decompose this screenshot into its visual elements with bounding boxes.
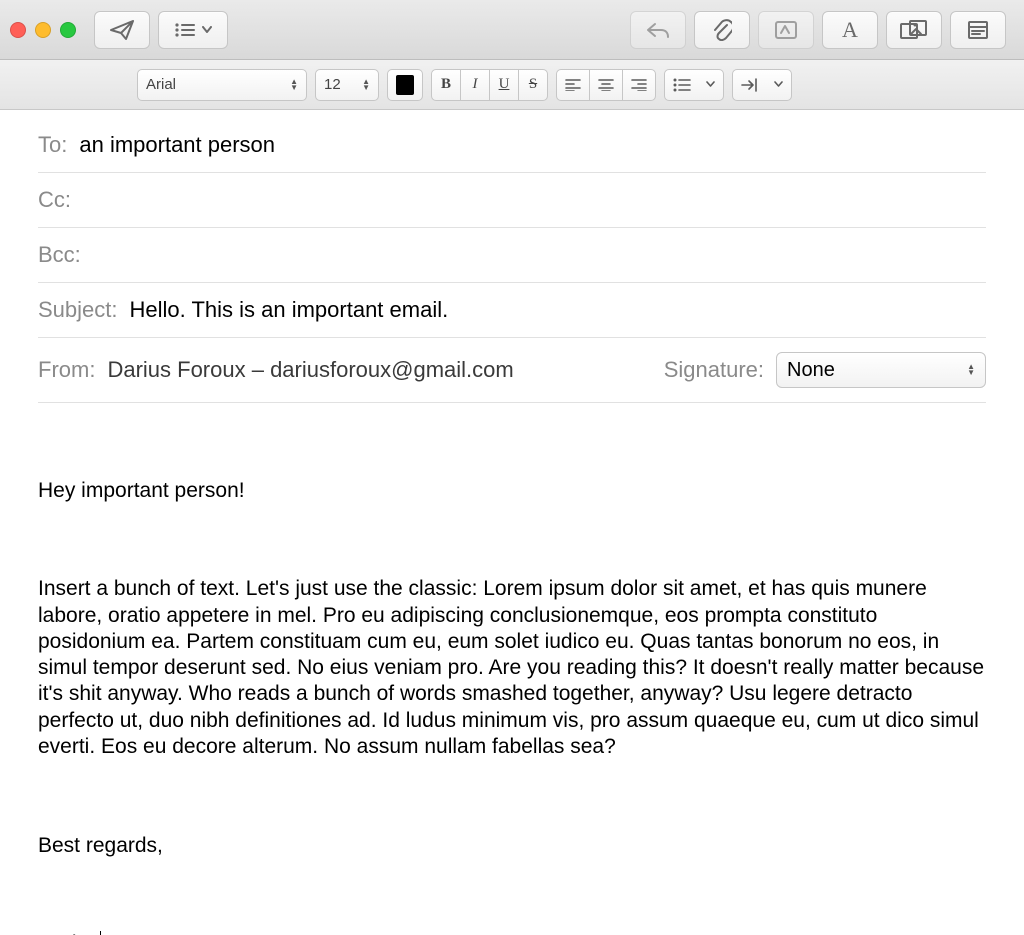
list-icon [174,22,196,38]
indent-button[interactable] [732,69,792,101]
paper-plane-icon [109,19,135,41]
bcc-row: Bcc: [38,228,986,283]
paperclip-icon [712,19,732,41]
markup-icon [774,20,798,40]
text-color-button[interactable] [387,69,423,101]
chevron-down-icon [706,81,715,88]
subject-field[interactable]: Hello. This is an important email. [130,297,987,323]
body-paragraph: Insert a bunch of text. Let's just use t… [38,576,986,760]
subject-row: Subject: Hello. This is an important ema… [38,283,986,338]
header-fields-button[interactable] [158,11,228,49]
stepper-icon: ▲▼ [362,79,370,91]
underline-button[interactable]: U [489,69,519,101]
text-style-group: B I U S [431,69,548,101]
italic-button[interactable]: I [460,69,490,101]
bullet-list-icon [673,78,691,92]
body-closing: Best regards, [38,833,986,859]
stationery-button[interactable] [950,11,1006,49]
signature-value: None [787,359,835,382]
chevron-down-icon [202,26,212,34]
reply-button[interactable] [630,11,686,49]
signature-select[interactable]: None ▲▼ [776,352,986,388]
from-value-container: Darius Foroux – dariusforoux@gmail.com [107,357,643,383]
message-body[interactable]: Hey important person! Insert a bunch of … [0,403,1024,935]
from-label: From: [38,357,95,383]
alignment-group [556,69,656,101]
from-row: From: Darius Foroux – dariusforoux@gmail… [38,338,986,402]
body-greeting: Hey important person! [38,478,986,504]
cc-label: Cc: [38,187,71,213]
align-left-icon [565,79,581,91]
font-size-select[interactable]: 12 ▲▼ [315,69,379,101]
stationery-icon [967,20,989,40]
letter-a-icon: A [842,17,858,43]
indent-icon [741,78,761,92]
align-center-icon [598,79,614,91]
photos-icon [900,20,928,40]
photo-browser-button[interactable] [886,11,942,49]
to-label: To: [38,132,67,158]
cc-row: Cc: [38,173,986,228]
to-row: To: an important person [38,118,986,173]
font-family-value: Arial [146,76,176,93]
font-size-value: 12 [324,76,341,93]
subject-label: Subject: [38,297,118,323]
stepper-icon: ▲▼ [290,79,298,91]
minimize-window-button[interactable] [35,22,51,38]
close-window-button[interactable] [10,22,26,38]
send-button[interactable] [94,11,150,49]
header-fields: To: an important person Cc: Bcc: Subject… [0,110,1024,403]
signature-label: Signature: [664,357,764,383]
format-bar: Arial ▲▼ 12 ▲▼ B I U S [0,60,1024,110]
bold-button[interactable]: B [431,69,461,101]
body-signature-name: Darius [38,931,986,935]
titlebar: A [0,0,1024,60]
markup-button[interactable] [758,11,814,49]
align-center-button[interactable] [589,69,623,101]
chevron-down-icon [774,81,783,88]
align-right-button[interactable] [622,69,656,101]
stepper-icon: ▲▼ [967,364,975,376]
strikethrough-button[interactable]: S [518,69,548,101]
format-button[interactable]: A [822,11,878,49]
reply-arrow-icon [646,21,670,39]
to-field[interactable]: an important person [79,132,986,158]
font-family-select[interactable]: Arial ▲▼ [137,69,307,101]
color-swatch-icon [396,75,414,95]
window-controls [10,22,76,38]
align-left-button[interactable] [556,69,590,101]
lists-button[interactable] [664,69,724,101]
attach-button[interactable] [694,11,750,49]
align-right-icon [631,79,647,91]
from-account[interactable]: Darius Foroux – dariusforoux@gmail.com [107,357,513,383]
bcc-label: Bcc: [38,242,81,268]
zoom-window-button[interactable] [60,22,76,38]
